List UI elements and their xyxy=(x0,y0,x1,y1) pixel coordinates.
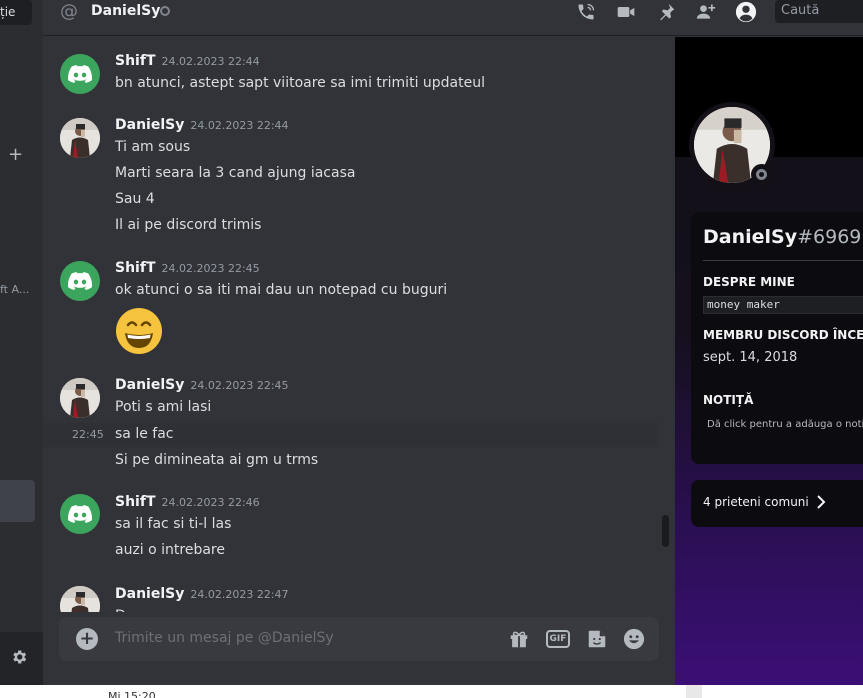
message-author[interactable]: ShifT 24.02.2023 22:45 xyxy=(115,260,260,276)
message-text: bn atunci, astept sapt viitoare sa imi t… xyxy=(115,75,485,91)
discord-logo-avatar[interactable] xyxy=(60,54,100,94)
message-text: Marti seara la 3 cand ajung iacasa xyxy=(115,165,356,181)
voice-call-icon[interactable] xyxy=(575,1,597,23)
emoji-icon[interactable] xyxy=(622,627,646,651)
message-input[interactable]: Trimite un mesaj pe @DanielSy xyxy=(115,630,334,646)
message-author[interactable]: ShifT 24.02.2023 22:46 xyxy=(115,494,260,510)
about-me-heading: DESPRE MINE xyxy=(703,275,795,289)
chevron-right-icon xyxy=(816,494,826,514)
message-timestamp: 24.02.2023 22:44 xyxy=(190,119,289,132)
add-friends-icon[interactable] xyxy=(695,1,717,23)
user-profile-icon[interactable] xyxy=(735,1,757,23)
at-icon: @ xyxy=(60,1,78,22)
offline-status-icon xyxy=(160,6,170,16)
author-name[interactable]: ShifT xyxy=(115,494,156,510)
user-photo-avatar[interactable] xyxy=(60,586,100,612)
dm-title: DanielSy xyxy=(91,3,161,19)
pinned-messages-icon[interactable] xyxy=(655,1,677,23)
grinning-face-emoji[interactable] xyxy=(115,307,163,355)
message-timestamp: 24.02.2023 22:46 xyxy=(161,496,260,509)
message-author[interactable]: ShifT 24.02.2023 22:44 xyxy=(115,53,260,69)
search-input[interactable]: Caută xyxy=(775,0,863,23)
message-author[interactable]: DanielSy 24.02.2023 22:47 xyxy=(115,586,289,602)
message-text: sa le fac xyxy=(115,426,174,442)
upload-plus-icon[interactable]: + xyxy=(76,628,98,650)
mutual-friends-button[interactable]: 4 prieteni comuni xyxy=(691,480,863,527)
profile-username-text: DanielSy xyxy=(703,226,798,248)
sidebar-item-active[interactable] xyxy=(0,480,35,522)
message-text: Si pe dimineata ai gm u trms xyxy=(115,452,319,468)
profile-divider xyxy=(703,260,863,261)
member-since-heading: MEMBRU DISCORD ÎNCEPÂN xyxy=(703,328,863,342)
outer-window-text: Mi 15:20 xyxy=(108,690,156,698)
discord-app: ție + ft A... @ DanielSy Caută ShifT 24.… xyxy=(0,0,863,685)
channel-sidebar: ție + ft A... xyxy=(0,0,43,685)
dm-header: @ DanielSy Caută xyxy=(43,0,863,36)
author-name[interactable]: DanielSy xyxy=(115,117,184,133)
outer-window-scrollbar xyxy=(686,685,702,698)
message-text: Da xyxy=(115,608,134,612)
discord-logo-avatar[interactable] xyxy=(60,261,100,301)
message-timestamp: 24.02.2023 22:47 xyxy=(190,588,289,601)
message-text: Sau 4 xyxy=(115,191,155,207)
message-composer: + Trimite un mesaj pe @DanielSy GIF xyxy=(59,617,659,661)
sidebar-item-truncated[interactable]: ft A... xyxy=(0,283,29,296)
note-input[interactable]: Dă click pentru a adăuga o noti xyxy=(707,419,863,430)
discord-logo-avatar[interactable] xyxy=(60,494,100,534)
author-name[interactable]: DanielSy xyxy=(115,377,184,393)
profile-info-card: DanielSy#6969 DESPRE MINE money maker ME… xyxy=(691,212,863,464)
note-heading: NOTIȚĂ xyxy=(703,393,754,407)
gif-icon[interactable]: GIF xyxy=(546,630,570,648)
profile-username: DanielSy#6969 xyxy=(703,226,861,248)
message-author[interactable]: DanielSy 24.02.2023 22:44 xyxy=(115,117,289,133)
message-text: sa il fac si ti-l las xyxy=(115,516,232,532)
message-text: Poti s ami lasi xyxy=(115,399,212,415)
message-list: ShifT 24.02.2023 22:44 bn atunci, astept … xyxy=(43,37,675,612)
author-name[interactable]: ShifT xyxy=(115,53,156,69)
about-me-text: money maker xyxy=(703,296,863,314)
settings-gear-icon[interactable] xyxy=(10,648,28,670)
message-scrollbar[interactable] xyxy=(662,515,669,547)
author-name[interactable]: ShifT xyxy=(115,260,156,276)
sticker-icon[interactable] xyxy=(585,627,609,651)
message-timestamp: 24.02.2023 22:45 xyxy=(161,262,260,275)
message-text: Ti am sous xyxy=(115,139,191,155)
mutual-friends-label: 4 prieteni comuni xyxy=(703,495,809,509)
sidebar-top-button[interactable]: ție xyxy=(0,0,32,25)
user-photo-avatar[interactable] xyxy=(60,118,100,158)
message-timestamp: 24.02.2023 22:45 xyxy=(190,379,289,392)
user-profile-panel: DanielSy#6969 DESPRE MINE money maker ME… xyxy=(675,37,863,685)
message-text: auzi o intrebare xyxy=(115,542,225,558)
hover-timestamp: 22:45 xyxy=(72,428,104,441)
profile-discriminator: #6969 xyxy=(797,226,862,248)
profile-offline-status-icon xyxy=(751,164,772,185)
message-author[interactable]: DanielSy 24.02.2023 22:45 xyxy=(115,377,289,393)
message-timestamp: 24.02.2023 22:44 xyxy=(161,55,260,68)
member-since-date: sept. 14, 2018 xyxy=(703,350,798,365)
sidebar-top-button-label: ție xyxy=(0,5,16,19)
video-call-icon[interactable] xyxy=(615,1,637,23)
message-text: Il ai pe discord trimis xyxy=(115,217,262,233)
user-photo-avatar[interactable] xyxy=(60,378,100,418)
author-name[interactable]: DanielSy xyxy=(115,586,184,602)
gift-icon[interactable] xyxy=(507,627,531,651)
create-dm-plus-icon[interactable]: + xyxy=(8,146,23,164)
message-text: ok atunci o sa iti mai dau un notepad cu… xyxy=(115,282,448,298)
